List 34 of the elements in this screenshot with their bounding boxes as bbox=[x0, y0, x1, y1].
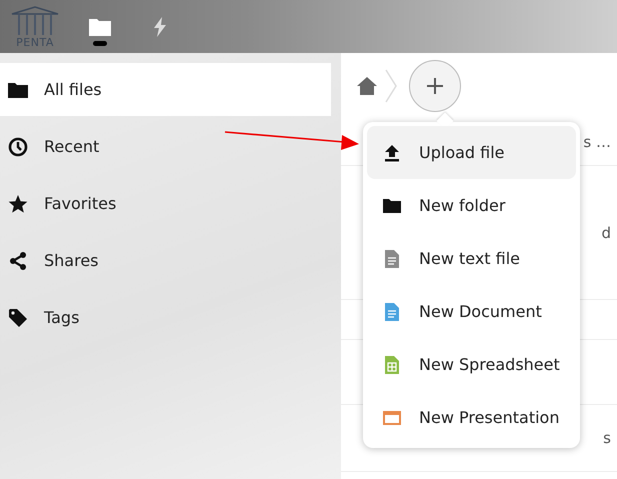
text-file-icon bbox=[383, 250, 401, 268]
sidebar-item-label: All files bbox=[44, 80, 102, 99]
sidebar-item[interactable]: All files bbox=[0, 63, 331, 116]
clock-icon bbox=[8, 136, 28, 156]
logo-icon bbox=[10, 6, 60, 36]
sidebar-item[interactable]: Recent bbox=[0, 120, 331, 173]
upload-icon bbox=[383, 144, 401, 162]
sidebar-item-label: Recent bbox=[44, 137, 100, 156]
plus-icon bbox=[427, 78, 443, 94]
sidebar-item[interactable]: Favorites bbox=[0, 177, 331, 230]
presentation-icon bbox=[383, 410, 401, 424]
sidebar-item[interactable]: Shares bbox=[0, 234, 331, 287]
tag-icon bbox=[8, 308, 28, 328]
star-icon bbox=[8, 194, 28, 214]
file-name: s … bbox=[583, 133, 611, 151]
spreadsheet-icon bbox=[383, 356, 401, 374]
sidebar-item[interactable]: Tags bbox=[0, 291, 331, 344]
new-button[interactable] bbox=[409, 60, 461, 112]
home-icon[interactable] bbox=[357, 77, 377, 95]
lightning-icon bbox=[153, 16, 167, 36]
folder-icon bbox=[383, 198, 401, 213]
share-icon bbox=[8, 252, 28, 270]
active-indicator bbox=[93, 41, 107, 46]
document-icon bbox=[383, 302, 401, 320]
sidebar-item-label: Favorites bbox=[44, 194, 116, 213]
folder-icon bbox=[8, 82, 28, 98]
logo-text: PENTA bbox=[16, 36, 54, 49]
menu-item[interactable]: Upload file bbox=[367, 126, 576, 179]
file-name: d bbox=[601, 224, 611, 242]
breadcrumb-separator-icon bbox=[385, 69, 397, 103]
folder-icon bbox=[89, 18, 111, 36]
file-name: s bbox=[603, 429, 611, 447]
sidebar-item-label: Shares bbox=[44, 251, 99, 270]
sidebar-item-label: Tags bbox=[44, 308, 80, 327]
